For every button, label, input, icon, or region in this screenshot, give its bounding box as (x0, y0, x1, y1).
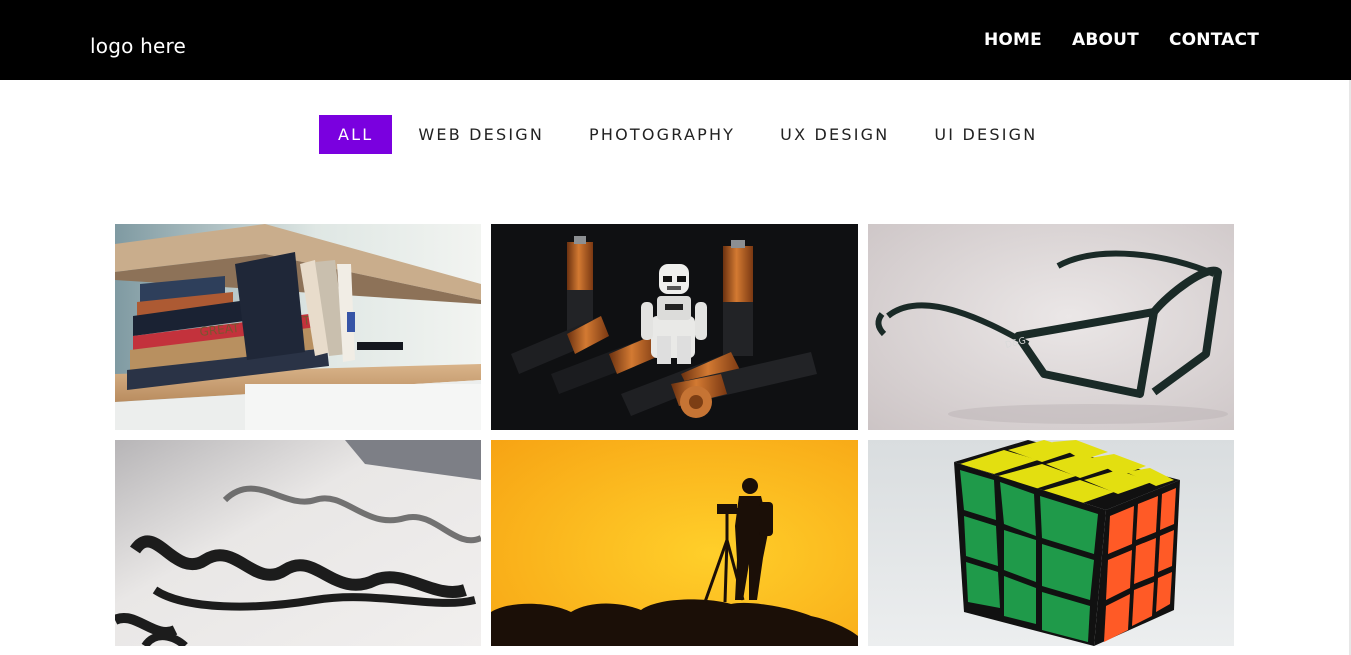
eyeglasses-image: D&G (868, 224, 1234, 430)
nav-contact-link[interactable]: CONTACT (1169, 30, 1259, 50)
gallery-item-photographer[interactable] (491, 440, 858, 646)
nav-about-link[interactable]: ABOUT (1072, 30, 1139, 50)
portfolio-gallery: GREAT ARCHITECTS (115, 224, 1234, 646)
photographer-image (491, 440, 858, 646)
bookshelf-image: GREAT ARCHITECTS (115, 224, 481, 430)
rubiks-cube-image (868, 440, 1234, 646)
main-nav: HOME ABOUT CONTACT (984, 30, 1259, 50)
nav-home-link[interactable]: HOME (984, 30, 1042, 50)
hustle-lettering-image (115, 440, 481, 646)
gallery-item-hustle[interactable] (115, 440, 481, 646)
filter-ux-design-button[interactable]: UX DESIGN (761, 115, 908, 154)
filter-web-design-button[interactable]: WEB DESIGN (399, 115, 563, 154)
gallery-item-batteries[interactable] (491, 224, 858, 430)
filter-photography-button[interactable]: PHOTOGRAPHY (570, 115, 754, 154)
portfolio-filter-bar: ALL WEB DESIGN PHOTOGRAPHY UX DESIGN UI … (319, 115, 1063, 154)
gallery-item-eyeglasses[interactable]: D&G (868, 224, 1234, 430)
filter-all-button[interactable]: ALL (319, 115, 393, 154)
gallery-item-bookshelf[interactable]: GREAT ARCHITECTS (115, 224, 481, 430)
stormtrooper-image (491, 224, 858, 430)
logo[interactable]: logo here (90, 34, 186, 58)
top-navbar: logo here HOME ABOUT CONTACT (0, 0, 1351, 80)
gallery-item-rubiks-cube[interactable] (868, 440, 1234, 646)
filter-ui-design-button[interactable]: UI DESIGN (915, 115, 1056, 154)
